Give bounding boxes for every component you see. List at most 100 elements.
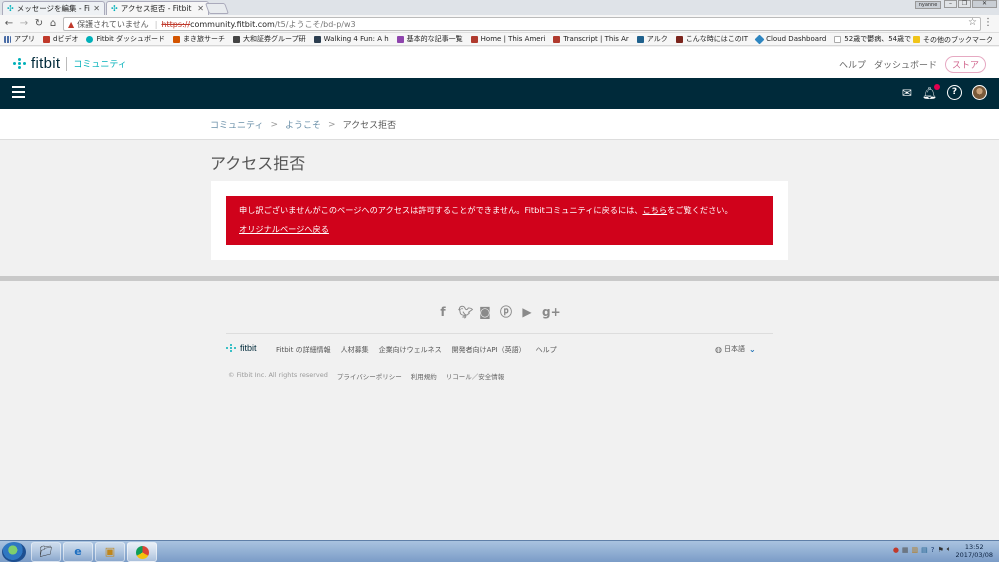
help-circle-icon[interactable]: ? [947,85,962,100]
windows-taskbar: 📁︎ e ▣ ● ▦ ▥ ▤ ? ⚑ 🔈︎ 13:52 2017/03/08 [0,540,999,562]
window-user-badge[interactable]: nyanne [915,1,941,9]
youtube-icon[interactable]: ▶ [521,305,533,319]
start-button[interactable] [2,542,26,562]
footer-link-help[interactable]: ヘルプ [536,345,557,355]
help-link[interactable]: ヘルプ [839,58,866,71]
taskbar-clock[interactable]: 13:52 2017/03/08 [956,543,993,559]
store-button[interactable]: ストア [944,56,986,73]
close-icon[interactable]: ✕ [197,4,204,13]
minimize-icon[interactable]: – [944,0,957,8]
window-close-icon[interactable]: ✕ [972,0,997,8]
globe-icon: ◍ [715,344,722,354]
pinterest-icon[interactable]: ⓟ [500,303,512,320]
footer-links: Fitbit の詳細情報 人材募集 企業向けウェルネス 開発者向けAPI（英語）… [276,345,567,355]
facebook-icon[interactable]: f [437,305,449,319]
bookmark-item[interactable]: アルク [636,34,668,44]
file-explorer-icon[interactable]: 📁︎ [31,542,61,562]
address-divider: | [154,19,158,29]
breadcrumb-welcome[interactable]: ようこそ [285,118,321,131]
warning-icon: ▲ [68,19,75,29]
navbar-icons: ✉ 🔔︎ ? [892,83,987,100]
footer-link-careers[interactable]: 人材募集 [341,345,369,355]
restore-icon[interactable]: ❐ [958,0,971,8]
bookmark-item[interactable]: Fitbit ダッシュボード [86,34,165,44]
media-app-icon[interactable]: ▣ [95,542,125,562]
tray-icon[interactable]: ● [893,546,899,554]
notification-bell-icon[interactable]: 🔔︎ [922,83,940,100]
google-plus-icon[interactable]: g+ [542,305,561,319]
browser-tab-edit-message[interactable]: ✣ メッセージを編集 - Fitbit ✕ [2,1,105,15]
chrome-icon[interactable] [127,542,157,562]
recall-safety-link[interactable]: リコール／安全情報 [446,371,505,381]
fitbit-logo-icon [226,344,237,352]
home-icon[interactable]: ⌂ [47,17,59,30]
bookmark-item[interactable]: まき旅サーチ [173,34,225,44]
bookmark-item[interactable]: Home | This Ameri [470,35,545,43]
error-text-end: をご覧ください。 [667,205,733,215]
back-icon[interactable]: ← [3,17,15,30]
footer-link-corporate-wellness[interactable]: 企業向けウェルネス [379,345,442,355]
back-line: オリジナルページへ戻る [239,224,760,235]
tray-icon[interactable]: ▥ [912,546,919,554]
bookmark-favicon-icon [396,35,404,43]
bookmark-item[interactable]: 大和証券グループ研 [233,34,306,44]
back-to-original-link[interactable]: オリジナルページへ戻る [239,224,329,234]
menu-bar [12,96,25,98]
footer-link-about[interactable]: Fitbit の詳細情報 [276,345,331,355]
bookmark-item[interactable]: Walking 4 Fun: A h [313,35,389,43]
new-tab-button[interactable] [204,3,230,14]
internet-explorer-icon[interactable]: e [63,542,93,562]
tray-icon[interactable]: ? [931,546,935,554]
language-selector[interactable]: ◍ 日本語 ⌄ [715,344,756,354]
tab-title: アクセス拒否 - Fitbit C [120,4,195,13]
bookmark-item[interactable]: Cloud Dashboard [754,34,826,44]
other-bookmarks[interactable]: その他のブックマーク [913,33,993,45]
tray-flag-icon[interactable]: ⚑ [938,546,944,554]
footer-separator [0,276,999,281]
bookmark-item[interactable]: こんな時にはこのIT [675,34,748,44]
security-label[interactable]: 保護されていません [77,19,149,30]
avatar[interactable] [972,85,987,100]
reload-icon[interactable]: ↻ [33,17,45,30]
hamburger-menu-icon[interactable] [12,86,25,98]
forward-icon[interactable]: → [18,17,30,30]
bookmark-favicon-icon [470,35,478,43]
logo-text: fitbit [31,55,61,72]
bookmark-item[interactable]: 基本的な記事一覧 [396,34,463,44]
dashboard-link[interactable]: ダッシュボード [874,58,937,71]
close-icon[interactable]: ✕ [93,4,100,13]
mail-icon[interactable]: ✉ [902,86,912,100]
bookmark-favicon-icon [636,35,644,43]
page-title: アクセス拒否 [210,154,306,173]
tray-icon[interactable]: ▤ [921,546,928,554]
bookmark-favicon-icon [675,35,683,43]
bookmark-item[interactable]: 52歳で鬱病、54歳で [834,34,911,44]
privacy-policy-link[interactable]: プライバシーポリシー [337,371,402,381]
logo-dot [18,58,21,61]
browser-menu-icon[interactable]: ⋮ [983,17,993,28]
breadcrumb-separator: > [270,119,279,130]
footer-logo-text: fitbit [240,343,257,353]
instagram-icon[interactable]: ◙ [479,305,491,319]
fitbit-community-logo[interactable]: fitbit コミュニティ [13,55,127,72]
bookmark-item[interactable]: アプリ [4,34,35,44]
bookmarks-bar: アプリ dビデオ Fitbit ダッシュボード まき旅サーチ 大和証券グループ研… [0,33,999,46]
social-links: f 🐦︎ ◙ ⓟ ▶ g+ [437,303,563,320]
footer-link-developer-api[interactable]: 開発者向けAPI（英語） [452,345,526,355]
logo-dot [230,344,232,346]
bookmark-item[interactable]: dビデオ [43,34,78,44]
browser-tab-access-denied[interactable]: ✣ アクセス拒否 - Fitbit C ✕ [106,1,209,15]
footer-logo[interactable]: fitbit [226,343,257,353]
tray-icon[interactable]: ▦ [902,546,909,554]
volume-icon[interactable]: 🔈︎ [947,545,951,554]
bookmark-favicon-icon [754,34,765,44]
bookmark-star-icon[interactable]: ☆ [968,17,977,28]
terms-link[interactable]: 利用規約 [411,371,437,381]
breadcrumb-community[interactable]: コミュニティ [210,118,263,131]
error-text: 申し訳ございませんがこのページへのアクセスは許可することができません。Fitbi… [239,205,643,215]
community-label: コミュニティ [73,60,127,70]
here-link[interactable]: こちら [643,205,668,215]
twitter-icon[interactable]: 🐦︎ [458,305,473,319]
address-bar[interactable]: ▲ 保護されていません | https:// community.fitbit.… [63,17,981,31]
bookmark-item[interactable]: Transcript | This Ar [553,35,629,43]
